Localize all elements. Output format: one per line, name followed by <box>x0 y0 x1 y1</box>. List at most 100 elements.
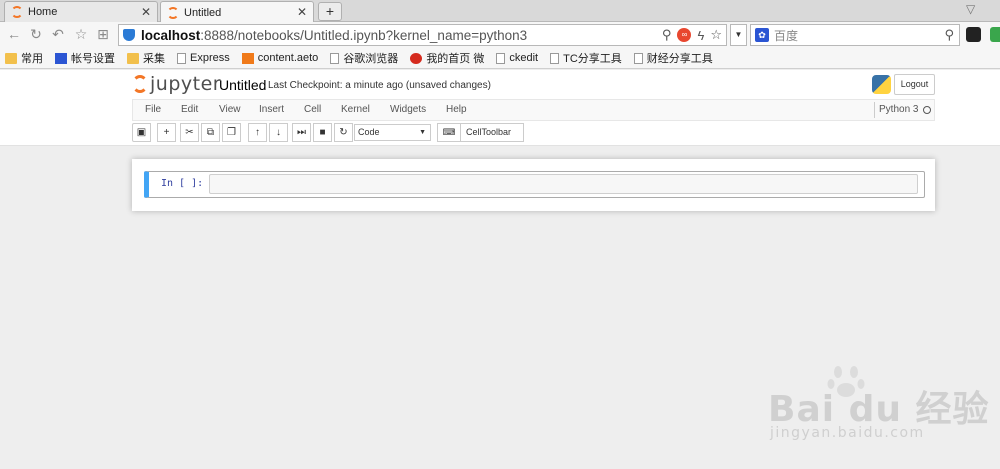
grid-icon[interactable]: ⊞ <box>95 26 111 42</box>
bookmark-item[interactable]: Express <box>177 52 230 64</box>
menu-insert[interactable]: Insert <box>259 104 284 115</box>
bookmark-star-icon[interactable]: ☆ <box>710 27 722 43</box>
back-icon[interactable]: ← <box>6 26 22 42</box>
menu-widgets[interactable]: Widgets <box>390 104 426 115</box>
bookmark-item[interactable]: 常用 <box>5 50 43 66</box>
extension-icon[interactable] <box>990 27 1000 42</box>
code-cell[interactable]: In [ ]: <box>144 171 925 198</box>
bookmark-label: Express <box>190 52 230 64</box>
chevron-down-icon: ▼ <box>419 129 426 136</box>
menu-edit[interactable]: Edit <box>181 104 198 115</box>
menu-view[interactable]: View <box>219 104 241 115</box>
tab-title: Home <box>28 6 58 18</box>
copy-button[interactable]: ⧉ <box>201 123 220 142</box>
cell-type-value: Code <box>358 127 380 137</box>
python-logo-icon <box>872 75 891 94</box>
jupyter-wordmark: jupyter <box>150 73 222 95</box>
code-input[interactable] <box>209 174 918 194</box>
close-icon[interactable]: ✕ <box>297 5 307 19</box>
bookmark-item[interactable]: ckedit <box>496 52 538 64</box>
bookmark-item[interactable]: 我的首页 微 <box>410 50 484 66</box>
move-down-button[interactable]: ↓ <box>269 123 288 142</box>
extension-icon[interactable] <box>966 27 981 42</box>
notebook-name[interactable]: Untitled <box>219 77 266 93</box>
search-input[interactable]: 百度 <box>774 27 944 44</box>
bookmark-label: 采集 <box>143 53 165 65</box>
undo-icon[interactable]: ↶ <box>50 26 66 42</box>
jupyter-favicon-icon <box>167 6 179 19</box>
search-box[interactable]: ✿ 百度 ⚲ <box>750 24 960 46</box>
notebook-toolbar: ▣ + ✂ ⧉ ❐ ↑ ↓ ⏭ ■ ↻ Code ▼ ⌨ CellToolbar <box>132 123 935 142</box>
stop-icon: ■ <box>319 127 326 138</box>
checkpoint-status: Last Checkpoint: a minute ago (unsaved c… <box>268 80 491 91</box>
page-icon <box>496 52 506 64</box>
step-forward-icon: ⏭ <box>297 127 306 138</box>
shield-icon <box>123 29 135 41</box>
arrow-up-icon: ↑ <box>255 127 260 138</box>
refresh-icon: ↻ <box>339 127 348 138</box>
page-icon <box>550 52 560 64</box>
new-tab-button[interactable]: + <box>318 2 342 21</box>
insert-cell-button[interactable]: + <box>157 123 176 142</box>
close-icon[interactable]: ✕ <box>141 5 151 19</box>
address-host: localhost <box>141 27 201 43</box>
menu-cell[interactable]: Cell <box>304 104 321 115</box>
bookmark-item[interactable]: 财经分享工具 <box>633 50 713 66</box>
bookmark-item[interactable]: TC分享工具 <box>550 50 622 66</box>
jupyter-logo[interactable]: jupyter <box>132 73 221 95</box>
bookmarks-bar: 常用 帐号设置 采集 Express content.aeto 谷歌浏览器 我的… <box>0 48 1000 69</box>
jupyter-favicon-icon <box>11 6 23 18</box>
extension-icon[interactable]: ∞ <box>677 28 692 42</box>
bookmark-item[interactable]: content.aeto <box>241 52 319 64</box>
tab-untitled[interactable]: Untitled ✕ <box>160 1 314 23</box>
keyboard-icon[interactable]: ⌨ <box>438 124 461 141</box>
address-url: localhost:8888/notebooks/Untitled.ipynb?… <box>141 28 527 43</box>
input-prompt: In [ ]: <box>161 178 204 189</box>
tab-title: Untitled <box>184 6 222 19</box>
bookmark-item[interactable]: 帐号设置 <box>55 50 115 66</box>
menu-file[interactable]: File <box>145 104 161 115</box>
save-icon: ▣ <box>136 127 147 138</box>
search-icon[interactable]: ⚲ <box>944 27 954 43</box>
stop-button[interactable]: ■ <box>313 123 332 142</box>
baidu-paw-icon <box>55 52 67 64</box>
folder-icon <box>127 52 139 64</box>
copy-icon: ⧉ <box>206 127 215 138</box>
logout-button[interactable]: Logout <box>894 74 935 95</box>
run-button[interactable]: ⏭ <box>292 123 311 142</box>
star-icon[interactable]: ☆ <box>73 26 89 42</box>
notebook-container: In [ ]: <box>132 159 935 211</box>
page-icon <box>177 52 186 64</box>
skin-icon[interactable]: ▽ <box>966 2 975 16</box>
save-button[interactable]: ▣ <box>132 123 151 142</box>
reload-icon[interactable]: ↻ <box>28 26 44 42</box>
address-bar[interactable]: localhost:8888/notebooks/Untitled.ipynb?… <box>118 24 727 46</box>
menu-bar: File Edit View Insert Cell Kernel Widget… <box>132 99 935 121</box>
kernel-idle-icon <box>923 106 932 114</box>
move-up-button[interactable]: ↑ <box>248 123 267 142</box>
bookmark-item[interactable]: 采集 <box>127 50 165 66</box>
paste-button[interactable]: ❐ <box>222 123 241 142</box>
cell-type-select[interactable]: Code ▼ <box>354 124 431 141</box>
bookmark-label: 谷歌浏览器 <box>343 53 399 65</box>
celltoolbar-button[interactable]: CellToolbar <box>466 124 511 141</box>
menu-help[interactable]: Help <box>446 104 467 115</box>
bookmark-label: 我的首页 微 <box>426 53 485 65</box>
watermark-url: jingyan.baidu.com <box>770 425 925 441</box>
bookmark-label: content.aeto <box>257 52 319 64</box>
zoom-icon[interactable]: ⚲ <box>662 27 672 43</box>
page-icon <box>330 52 340 64</box>
restart-button[interactable]: ↻ <box>334 123 353 142</box>
browser-tab-bar: Home ✕ Untitled ✕ + ▽ <box>0 0 1000 23</box>
address-path: :8888/notebooks/Untitled.ipynb?kernel_na… <box>200 27 528 43</box>
bookmark-item[interactable]: 谷歌浏览器 <box>330 50 398 66</box>
arrow-down-icon: ↓ <box>276 127 281 138</box>
lightning-icon[interactable]: ϟ <box>697 28 704 43</box>
address-dropdown-icon[interactable]: ▼ <box>730 24 747 46</box>
tab-home[interactable]: Home ✕ <box>4 1 158 22</box>
kernel-indicator: Python 3 <box>874 102 932 118</box>
menu-kernel[interactable]: Kernel <box>341 104 370 115</box>
baidu-paw-icon: ✿ <box>755 28 769 42</box>
cut-button[interactable]: ✂ <box>180 123 199 142</box>
page-icon <box>633 52 643 64</box>
